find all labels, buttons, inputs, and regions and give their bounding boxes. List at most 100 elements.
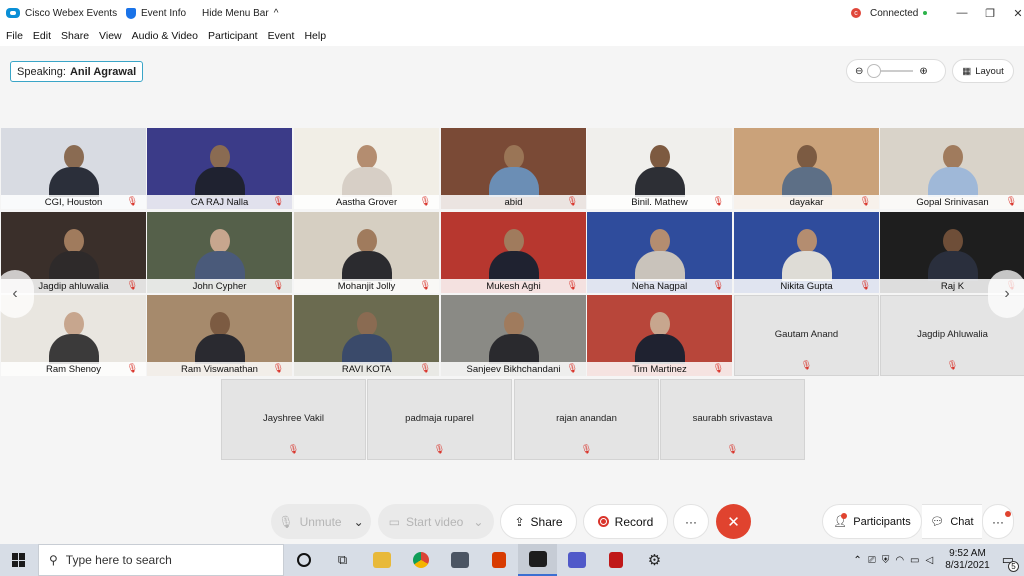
event-info-button[interactable]: Event Info <box>126 7 186 19</box>
participants-button[interactable]: 👤︎ Participants <box>822 504 922 539</box>
taskbar-clock[interactable]: 9:52 AM 8/31/2021 <box>945 548 990 572</box>
teams-icon <box>567 552 586 568</box>
participant-audio-tile[interactable]: Gautam Anand 🎙︎ <box>734 295 879 376</box>
more-panels-button[interactable]: ··· <box>982 504 1014 539</box>
participant-audio-tile[interactable]: saurabh srivastava 🎙︎ <box>660 379 805 460</box>
participant-video-tile[interactable]: RAVI KOTA 🎙︎ <box>294 295 439 376</box>
unmute-button[interactable]: 🎙︎ Unmute ⌄ <box>271 504 371 539</box>
participant-video <box>634 312 685 364</box>
participant-name: Binil. Mathew <box>631 196 688 208</box>
record-icon <box>597 516 609 527</box>
muted-microphone-icon: 🎙︎ <box>566 196 578 206</box>
taskbar-camera[interactable] <box>440 544 479 576</box>
next-page-button[interactable]: › <box>988 270 1024 318</box>
participant-video-tile[interactable]: CA RAJ Nalla 🎙︎ <box>147 128 292 209</box>
record-button[interactable]: Record <box>583 504 668 539</box>
layout-label: Layout <box>975 65 1004 77</box>
menu-audio-video[interactable]: Audio & Video <box>127 30 203 42</box>
taskbar-search[interactable]: ⚲ Type here to search <box>38 544 284 576</box>
cortana-icon <box>296 553 311 567</box>
speaker-name: Anil Agrawal <box>69 65 137 78</box>
participant-video-tile[interactable]: Sanjeev Bikhchandani 🎙︎ <box>441 295 586 376</box>
security-icon[interactable]: ⛨ <box>882 555 890 566</box>
zoom-slider-handle[interactable] <box>867 64 882 78</box>
taskbar-chrome[interactable] <box>401 544 440 576</box>
wifi-icon[interactable]: ◠ <box>895 555 904 566</box>
menu-event[interactable]: Event <box>263 30 300 42</box>
battery-icon[interactable]: ▭ <box>910 555 919 566</box>
menu-edit[interactable]: Edit <box>28 30 56 42</box>
gear-icon: ⚙ <box>647 552 662 569</box>
participant-video-tile[interactable]: Binil. Mathew 🎙︎ <box>587 128 732 209</box>
speaking-label: Speaking: <box>17 65 66 78</box>
zoom-in-icon[interactable]: ⊕ <box>919 66 927 77</box>
start-video-button[interactable]: ▭ Start video ⌄ <box>378 504 494 539</box>
taskbar-teams[interactable] <box>557 544 596 576</box>
start-button[interactable] <box>0 553 38 567</box>
participant-name: Ram Viswanathan <box>181 363 258 375</box>
taskbar-mcafee[interactable] <box>596 544 635 576</box>
windows-logo-icon <box>12 553 26 567</box>
participant-audio-tile[interactable]: padmaja ruparel 🎙︎ <box>367 379 512 460</box>
taskbar-webex[interactable] <box>518 544 557 576</box>
taskbar-office[interactable] <box>479 544 518 576</box>
volume-icon[interactable]: ◁ <box>926 555 934 566</box>
layout-button[interactable]: ▦ Layout <box>952 59 1014 83</box>
meet-now-icon[interactable]: ⎚ <box>868 555 876 566</box>
more-options-button[interactable]: ··· <box>673 504 709 539</box>
muted-microphone-icon: 🎙︎ <box>287 444 300 454</box>
participant-video <box>194 229 245 281</box>
chevron-up-icon[interactable]: ⌃ <box>853 555 861 566</box>
cortana-button[interactable] <box>284 544 323 576</box>
participant-video-tile[interactable]: Aastha Grover 🎙︎ <box>294 128 439 209</box>
menu-view[interactable]: View <box>94 30 127 42</box>
taskbar-file-explorer[interactable] <box>362 544 401 576</box>
zoom-out-icon[interactable]: ⊖ <box>855 66 863 77</box>
chevron-down-icon[interactable]: ⌄ <box>354 515 364 529</box>
menu-file[interactable]: File <box>1 30 28 42</box>
participant-video-tile[interactable]: Gopal Srinivasan 🎙︎ <box>880 128 1024 209</box>
participant-audio-tile[interactable]: Jayshree Vakil 🎙︎ <box>221 379 366 460</box>
muted-microphone-icon: 🎙︎ <box>712 280 724 290</box>
taskbar-settings[interactable]: ⚙ <box>635 544 674 576</box>
participant-name: Sanjeev Bikhchandani <box>466 363 561 375</box>
menu-share[interactable]: Share <box>56 30 94 42</box>
title-bar: Cisco Webex Events Event Info Hide Menu … <box>0 0 1024 26</box>
participant-video-tile[interactable]: Mohanjit Jolly 🎙︎ <box>294 212 439 293</box>
participants-icon: 👤︎ <box>833 513 848 528</box>
muted-microphone-icon: 🎙︎ <box>712 363 724 373</box>
restore-icon[interactable]: ❐ <box>982 7 998 20</box>
minimize-icon[interactable]: — <box>954 7 970 19</box>
participant-name: rajan anandan <box>556 413 617 424</box>
chevron-down-icon[interactable]: ⌄ <box>473 515 483 529</box>
chat-button[interactable]: 💬︎ Chat <box>922 504 982 539</box>
task-view-button[interactable]: ⧉ <box>323 544 362 576</box>
participant-video-tile[interactable]: Mukesh Aghi 🎙︎ <box>441 212 586 293</box>
participant-video-tile[interactable]: abid 🎙︎ <box>441 128 586 209</box>
share-button[interactable]: ⇪ Share <box>500 504 577 539</box>
notification-center-icon[interactable]: ▭ 5 <box>1002 552 1019 572</box>
menu-help[interactable]: Help <box>299 30 331 42</box>
participant-video-tile[interactable]: John Cypher 🎙︎ <box>147 212 292 293</box>
hide-menu-bar-button[interactable]: Hide Menu Bar ^ <box>202 8 278 19</box>
zoom-slider[interactable] <box>867 64 914 78</box>
menu-participant[interactable]: Participant <box>203 30 263 42</box>
app-title: Cisco Webex Events <box>6 8 117 19</box>
clock-time: 9:52 AM <box>949 548 986 559</box>
participant-video <box>194 145 245 197</box>
participant-video-tile[interactable]: dayakar 🎙︎ <box>734 128 879 209</box>
participant-video-tile[interactable]: Ram Viswanathan 🎙︎ <box>147 295 292 376</box>
participant-audio-tile[interactable]: rajan anandan 🎙︎ <box>514 379 659 460</box>
participant-video-tile[interactable]: Neha Nagpal 🎙︎ <box>587 212 732 293</box>
close-window-icon[interactable]: ✕ <box>1010 7 1024 20</box>
participant-video-tile[interactable]: Nikita Gupta 🎙︎ <box>734 212 879 293</box>
participant-video-tile[interactable]: CGI, Houston 🎙︎ <box>1 128 146 209</box>
connection-status[interactable]: c Connected <box>851 8 928 19</box>
participant-video-tile[interactable]: Tim Martinez 🎙︎ <box>587 295 732 376</box>
previous-page-button[interactable]: ‹ <box>0 270 34 318</box>
chevron-right-icon: › <box>1004 285 1010 302</box>
leave-meeting-button[interactable]: ✕ <box>716 504 751 539</box>
participant-video <box>488 145 539 197</box>
participant-name: Jayshree Vakil <box>262 413 325 424</box>
participant-name: Nikita Gupta <box>780 280 833 292</box>
